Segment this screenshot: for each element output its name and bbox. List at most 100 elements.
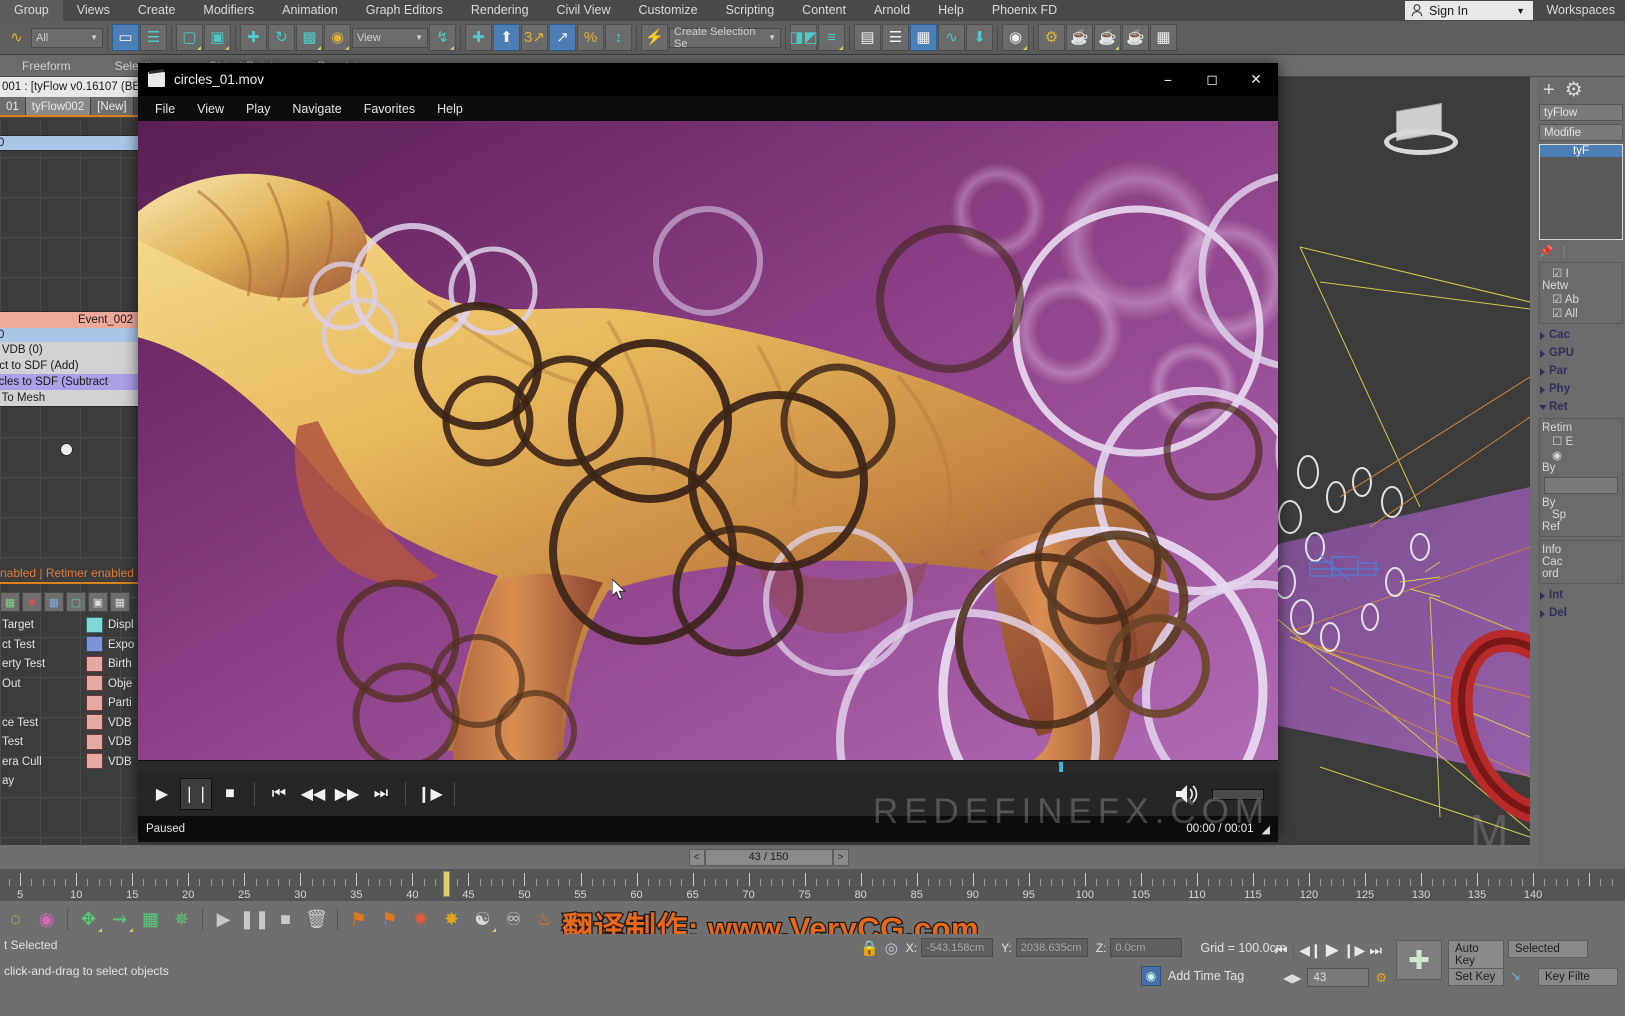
node-output-port[interactable]: [60, 443, 73, 456]
rollout-particles[interactable]: Par: [1539, 363, 1623, 379]
rewind-button[interactable]: ◀◀: [297, 778, 329, 810]
grid-icon[interactable]: ▦: [137, 906, 164, 933]
align-tool-icon[interactable]: ≡: [818, 24, 845, 51]
list-item[interactable]: ce Test: [2, 714, 88, 734]
next-frame-button[interactable]: >: [832, 848, 849, 866]
transform-center-icon[interactable]: ◎: [885, 939, 898, 957]
render-region-icon[interactable]: ▦: [1150, 24, 1177, 51]
named-selection-icon[interactable]: ⚡: [641, 24, 668, 51]
phoenix-liquid-icon[interactable]: ♾: [500, 906, 527, 933]
list-item[interactable]: ct Test: [2, 636, 88, 656]
radio-retimer[interactable]: ◉: [1542, 448, 1620, 462]
scene-explorer-icon[interactable]: ☰: [882, 24, 909, 51]
operator-vdb-to-mesh[interactable]: VDB To Mesh: [0, 390, 139, 406]
coord-z-field[interactable]: 0.0cm: [1110, 938, 1183, 957]
rect-select-icon[interactable]: ▢: [176, 24, 203, 51]
fast-forward-button[interactable]: ▶▶: [331, 778, 363, 810]
menu-item-create[interactable]: Create: [124, 0, 190, 21]
goto-end-icon[interactable]: ⏭: [1369, 942, 1382, 959]
pause-anim-icon[interactable]: ❚❚: [239, 906, 269, 933]
set-key-button[interactable]: Set Key: [1448, 968, 1504, 986]
tyflow-tab-tyflow002[interactable]: tyFlow002: [25, 97, 92, 115]
time-slider-handle[interactable]: 43 / 150: [704, 848, 833, 866]
menu-item-views[interactable]: Views: [63, 0, 124, 21]
coord-x-field[interactable]: -543.158cm: [921, 938, 994, 957]
ribbon-icon[interactable]: ▦: [910, 24, 937, 51]
checkbox-interactive[interactable]: ☑ I: [1542, 266, 1620, 280]
menu-item-scripting[interactable]: Scripting: [712, 0, 789, 21]
rotate-icon[interactable]: ↻: [268, 24, 295, 51]
link-icon[interactable]: ⇝: [106, 906, 133, 933]
list-item[interactable]: erty Test: [2, 655, 88, 675]
selection-list-combo[interactable]: Selected: [1508, 940, 1588, 958]
maximize-icon[interactable]: ◻: [1190, 63, 1234, 96]
play-anim-icon[interactable]: ▶: [210, 906, 237, 933]
player-menu-help[interactable]: Help: [426, 102, 474, 116]
menu-item-civil-view[interactable]: Civil View: [543, 0, 625, 21]
spinner-snap-icon[interactable]: %: [577, 24, 604, 51]
key-mode-button[interactable]: ✚: [1396, 940, 1442, 980]
ribbon-tab-freeform[interactable]: Freeform: [0, 59, 93, 73]
mirror-icon[interactable]: ◨◩: [789, 24, 818, 51]
menu-item-customize[interactable]: Customize: [624, 0, 711, 21]
player-menu-navigate[interactable]: Navigate: [281, 102, 352, 116]
menu-item-group[interactable]: Group: [0, 0, 63, 21]
close-icon[interactable]: ✕: [1234, 63, 1278, 96]
prev-frame-button[interactable]: <: [688, 848, 705, 866]
modifier-list-combo[interactable]: Modifie: [1539, 124, 1623, 141]
resize-grip-icon[interactable]: ◢: [1262, 823, 1270, 836]
phoenix-foam-icon[interactable]: ☯: [469, 906, 496, 933]
snap-toggle-icon[interactable]: ⬆: [493, 24, 520, 51]
list-item[interactable]: Displ: [86, 616, 146, 636]
tyflow-tab-01[interactable]: 01: [0, 97, 26, 115]
checkbox-all[interactable]: ☑ All: [1542, 306, 1620, 320]
operator-birth-vdb[interactable]: Birth VDB (0): [0, 342, 139, 358]
time-config-icon[interactable]: ⚙: [1375, 970, 1387, 986]
particle-icon[interactable]: ✵: [168, 906, 195, 933]
phoenix-restore-icon[interactable]: ⚑: [376, 906, 403, 933]
delete-icon[interactable]: ✖: [22, 592, 42, 612]
menu-item-phoenix-fd[interactable]: Phoenix FD: [978, 0, 1071, 21]
list-item[interactable]: Test: [2, 733, 88, 753]
modifier-stack-item[interactable]: tyF: [1540, 145, 1622, 157]
new-event-icon[interactable]: ▦: [0, 592, 20, 612]
tyflow-node-event-001[interactable]: cles: 0: [0, 135, 140, 151]
rollout-physx[interactable]: Phy: [1539, 381, 1623, 397]
undo-icon[interactable]: ∿: [3, 24, 30, 51]
menu-item-arnold[interactable]: Arnold: [860, 0, 924, 21]
stop-anim-icon[interactable]: ■: [272, 906, 299, 933]
menu-item-rendering[interactable]: Rendering: [457, 0, 543, 21]
phoenix-smoke-icon[interactable]: ✸: [438, 906, 465, 933]
frame-nav-icon[interactable]: ◀▶: [1283, 971, 1301, 985]
hierarchy-icon[interactable]: ✥: [75, 906, 102, 933]
rollout-defaults[interactable]: Del: [1539, 605, 1623, 621]
window-crossing-icon[interactable]: ▣: [204, 24, 231, 51]
pin-stack-icon[interactable]: 📌: [1539, 246, 1553, 258]
selection-set-combo[interactable]: Create Selection Se ▼: [669, 26, 781, 50]
menu-item-content[interactable]: Content: [788, 0, 860, 21]
list-item[interactable]: Parti: [86, 694, 146, 714]
angle-snap-icon[interactable]: 3↗: [521, 24, 548, 51]
key-filter-icon[interactable]: ↘: [1510, 968, 1521, 984]
skip-start-button[interactable]: ⏮: [263, 778, 295, 810]
play-icon[interactable]: ▶: [1326, 940, 1339, 960]
prev-frame-icon[interactable]: ◀❙: [1299, 942, 1322, 959]
menu-item-animation[interactable]: Animation: [268, 0, 352, 21]
checkbox-absolute[interactable]: ☑ Ab: [1542, 292, 1620, 306]
volume-slider[interactable]: [1212, 788, 1264, 800]
phoenix-fire-icon[interactable]: ✸: [407, 906, 434, 933]
auto-key-button[interactable]: Auto Key: [1448, 940, 1504, 970]
rollout-gpu[interactable]: GPU: [1539, 345, 1623, 361]
modify-tab-icon[interactable]: ⚙: [1561, 80, 1587, 100]
video-frame[interactable]: [138, 121, 1278, 760]
move-icon[interactable]: ✚: [240, 24, 267, 51]
rollout-interface[interactable]: Int: [1539, 587, 1623, 603]
stop-button[interactable]: ■: [214, 778, 246, 810]
list-item[interactable]: Birth: [86, 655, 146, 675]
render-production-icon[interactable]: ☕: [1094, 24, 1121, 51]
select-all-icon[interactable]: ▢: [66, 592, 86, 612]
render-setup-icon[interactable]: ⚙: [1038, 24, 1065, 51]
rollout-cache[interactable]: Cac: [1539, 327, 1623, 343]
player-menu-file[interactable]: File: [144, 102, 186, 116]
tyflow-node-event-002[interactable]: Event_002 cles: 0 Birth VDB (0) Object t…: [0, 311, 140, 407]
